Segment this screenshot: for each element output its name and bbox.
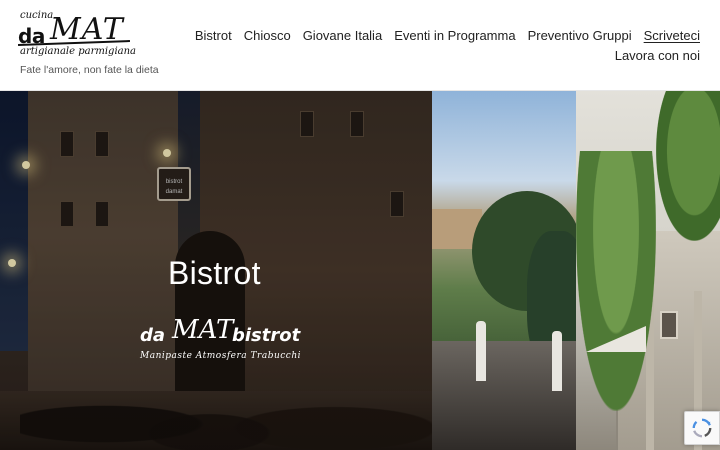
nav-row-secondary: Lavora con noi: [220, 48, 700, 63]
tree: [656, 91, 720, 241]
tagline: Fate l'amore, non fate la dieta: [20, 64, 159, 76]
logo-top-word: cucina: [20, 10, 54, 21]
nav-item-bistrot[interactable]: Bistrot: [195, 28, 232, 43]
brand-da: da: [140, 325, 166, 346]
hero-panel-bistrot[interactable]: bistrot damat Bistrot da MAT bistrot Man…: [0, 91, 432, 450]
nav-item-giovane-italia[interactable]: Giovane Italia: [303, 28, 383, 43]
nav-item-scriveteci[interactable]: Scriveteci: [644, 28, 700, 43]
nav-item-chiosco[interactable]: Chiosco: [244, 28, 291, 43]
nav-row-primary: Bistrot Chiosco Giovane Italia Eventi in…: [195, 28, 700, 43]
nav-item-lavora-con-noi[interactable]: Lavora con noi: [615, 48, 700, 63]
building-window: [660, 311, 678, 339]
hero-gallery: bistrot damat Bistrot da MAT bistrot Man…: [0, 91, 720, 450]
site-header: cucina da MAT artigianale parmigiana Fat…: [0, 0, 720, 91]
logo-subtitle: artigianale parmigiana: [20, 46, 137, 57]
recaptcha-icon: [692, 418, 712, 438]
hero-panel-giovane-italia[interactable]: [576, 91, 720, 450]
umbrella: [476, 321, 486, 381]
brand-bistrot: bistrot: [232, 325, 301, 346]
nav-item-preventivo-gruppi[interactable]: Preventivo Gruppi: [528, 28, 632, 43]
nav-item-eventi[interactable]: Eventi in Programma: [394, 28, 515, 43]
tree: [576, 151, 656, 411]
hero-title: Bistrot: [168, 255, 261, 291]
hero-panel-chiosco[interactable]: [432, 91, 576, 450]
brand-subtitle: Manipaste Atmosfera Trabucchi: [140, 351, 302, 361]
damat-bistrot-logo: da MAT bistrot Manipaste Atmosfera Trabu…: [140, 315, 302, 367]
recaptcha-badge[interactable]: [684, 411, 720, 445]
umbrella: [552, 331, 562, 391]
main-nav: Bistrot Chiosco Giovane Italia Eventi in…: [195, 28, 700, 63]
brand-mat: MAT: [172, 315, 234, 345]
